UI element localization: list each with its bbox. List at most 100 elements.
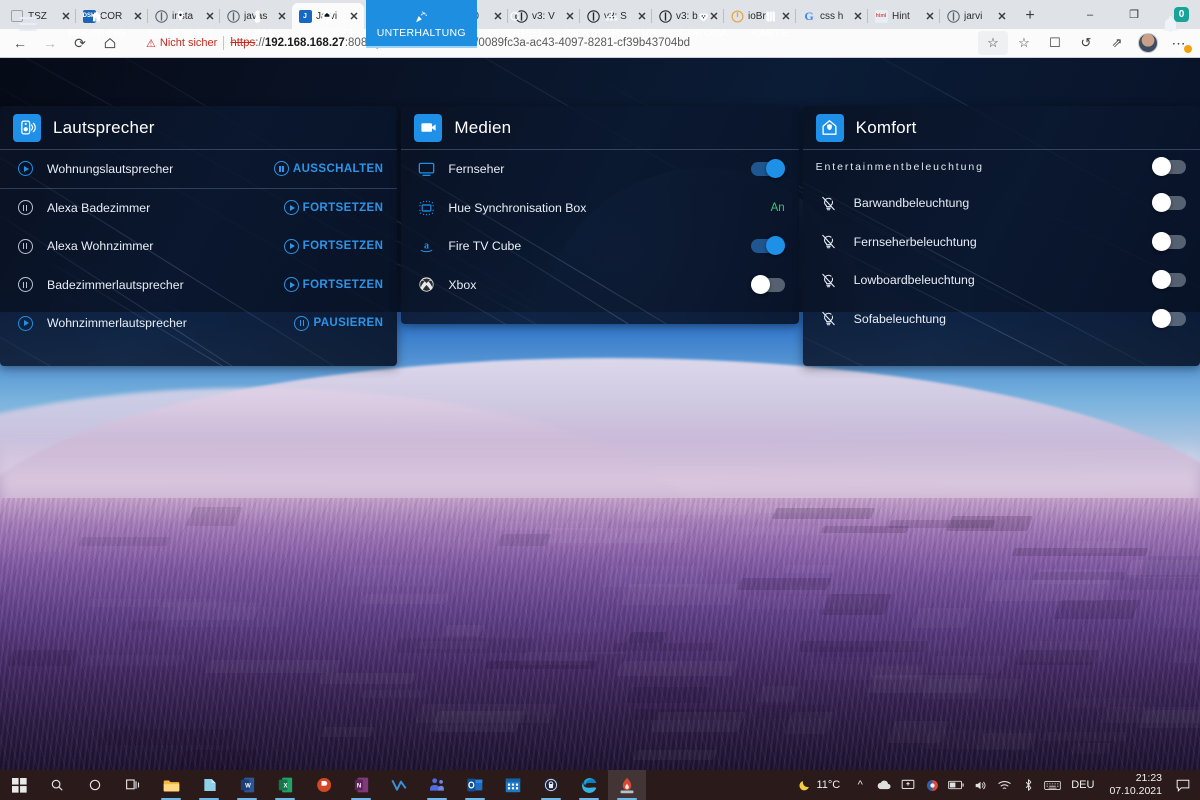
bulb-off-icon[interactable] xyxy=(816,195,842,212)
speaker-action-button[interactable]: FORTSETZEN xyxy=(284,239,384,254)
keyboard-layout-icon[interactable] xyxy=(1040,770,1064,800)
video-camera-icon xyxy=(414,114,442,142)
pause-circle-icon xyxy=(18,277,33,292)
taskbar-edge[interactable] xyxy=(570,770,608,800)
input-language[interactable]: DEU xyxy=(1064,779,1101,791)
media-toggle[interactable] xyxy=(751,239,785,253)
home-shield-icon xyxy=(816,114,844,142)
battery-icon[interactable] xyxy=(944,770,968,800)
taskbar-word[interactable]: W xyxy=(228,770,266,800)
nav-item-corona[interactable]: CORONA xyxy=(668,0,738,48)
search-icon[interactable] xyxy=(38,770,76,800)
wifi-icon[interactable] xyxy=(992,770,1016,800)
speaker-row[interactable]: Alexa Badezimmer FORTSETZEN xyxy=(0,189,397,228)
komfort-group-header[interactable]: Entertainmentbeleuchtung xyxy=(803,150,1200,184)
remote-desktop-icon[interactable] xyxy=(896,770,920,800)
media-row[interactable]: Xbox xyxy=(401,266,798,305)
taskbar-excel[interactable]: X xyxy=(266,770,304,800)
windows-taskbar: WX N 11°C ^ DEU 21:23 07.10.2021 xyxy=(0,770,1200,800)
speaker-row[interactable]: Alexa Wohnzimmer FORTSETZEN xyxy=(0,227,397,266)
speaker-action-button[interactable]: PAUSIEREN xyxy=(294,316,383,331)
bulb-off-icon[interactable] xyxy=(816,233,842,250)
komfort-group-toggle[interactable] xyxy=(1152,160,1186,174)
taskbar-teams[interactable] xyxy=(418,770,456,800)
nav-item-label: INFRASTRUKTUR xyxy=(565,27,658,39)
speaker-state-icon[interactable] xyxy=(13,200,37,215)
taskbar-powerpoint[interactable] xyxy=(304,770,342,800)
media-row[interactable]: Hue Synchronisation Box An xyxy=(401,189,798,228)
virus-heart-icon xyxy=(697,9,710,24)
nav-item-wohnung[interactable]: WOHNUNG xyxy=(56,0,137,48)
komfort-row[interactable]: Lowboardbeleuchtung xyxy=(803,261,1200,300)
hue-sync-box-icon xyxy=(414,200,438,216)
notifications-button[interactable]: 0 xyxy=(1146,0,1194,48)
speaker-state-icon[interactable] xyxy=(13,316,37,331)
start-button[interactable] xyxy=(0,770,38,800)
speaker-state-icon[interactable] xyxy=(13,277,37,292)
komfort-toggle[interactable] xyxy=(1152,312,1186,326)
weather-widget[interactable]: 11°C xyxy=(790,770,848,800)
media-row[interactable]: Fernseher xyxy=(401,150,798,189)
volume-icon[interactable] xyxy=(968,770,992,800)
bulb-off-icon[interactable] xyxy=(816,272,842,289)
speaker-state-icon[interactable] xyxy=(13,239,37,254)
speaker-row[interactable]: Badezimmerlautsprecher FORTSETZEN xyxy=(0,266,397,305)
nav-item-internet[interactable]: INTERNET xyxy=(477,0,554,48)
nav-item-unterhaltung[interactable]: UNTERHALTUNG xyxy=(366,0,477,48)
media-toggle[interactable] xyxy=(751,278,785,292)
nav-item-sicherheit[interactable]: SICHERHEIT xyxy=(137,0,226,48)
weather-temperature: 11°C xyxy=(816,779,840,791)
taskbar-calendar[interactable] xyxy=(494,770,532,800)
taskbar-clock[interactable]: 21:23 07.10.2021 xyxy=(1101,772,1170,798)
nav-item-klima[interactable]: KLIMA xyxy=(225,0,289,48)
speaker-row[interactable]: Wohnungslautsprecher AUSSCHALTEN xyxy=(0,150,397,189)
komfort-row[interactable]: Fernseherbeleuchtung xyxy=(803,223,1200,262)
speaker-action-button[interactable]: FORTSETZEN xyxy=(284,200,384,215)
komfort-group-label: Entertainmentbeleuchtung xyxy=(816,161,1152,173)
taskbar-sticky-notes[interactable] xyxy=(190,770,228,800)
media-row[interactable]: a Fire TV Cube xyxy=(401,227,798,266)
nav-item-komfort[interactable]: KOMFORT xyxy=(289,0,365,48)
komfort-toggle[interactable] xyxy=(1152,273,1186,287)
speaker-action-button[interactable]: AUSSCHALTEN xyxy=(274,161,383,176)
komfort-toggle[interactable] xyxy=(1152,196,1186,210)
show-hidden-icons-chevron[interactable]: ^ xyxy=(848,770,872,800)
taskbar-jarvis-browser[interactable] xyxy=(608,770,646,800)
hamburger-menu-icon[interactable] xyxy=(8,0,48,48)
nav-item-label: KARTE xyxy=(752,27,788,39)
bulb-off-icon[interactable] xyxy=(816,310,842,327)
taskbar-outlook[interactable] xyxy=(456,770,494,800)
taskbar-visio[interactable] xyxy=(380,770,418,800)
onedrive-cloud-icon[interactable] xyxy=(872,770,896,800)
security-shield-icon[interactable] xyxy=(920,770,944,800)
cortana-icon[interactable] xyxy=(76,770,114,800)
nav-items: WOHNUNG SICHERHEIT KLIMA KOMFORT UNTERHALTUN… xyxy=(56,0,802,48)
taskbar-pinned-apps: WX N xyxy=(152,770,646,800)
speaker-label: Badezimmerlautsprecher xyxy=(37,278,284,292)
komfort-toggle[interactable] xyxy=(1152,235,1186,249)
speaker-action-button[interactable]: FORTSETZEN xyxy=(284,277,384,292)
action-center-icon[interactable] xyxy=(1170,770,1196,800)
speaker-row[interactable]: Wohnzimmerlautsprecher PAUSIEREN xyxy=(0,304,397,343)
taskbar-onenote[interactable]: N xyxy=(342,770,380,800)
task-view-icon[interactable] xyxy=(114,770,152,800)
speaker-state-icon[interactable] xyxy=(13,161,37,176)
media-list: Fernseher Hue Synchronisation Box An a Fire … xyxy=(401,150,798,304)
jarvis-app: WOHNUNG SICHERHEIT KLIMA KOMFORT UNTERHALTUN… xyxy=(0,0,1200,312)
komfort-label: Sofabeleuchtung xyxy=(842,312,1152,326)
app-top-navigation: WOHNUNG SICHERHEIT KLIMA KOMFORT UNTERHALTUN… xyxy=(0,0,1200,48)
taskbar-keepass[interactable] xyxy=(532,770,570,800)
komfort-row[interactable]: Sofabeleuchtung xyxy=(803,300,1200,339)
taskbar-file-explorer[interactable] xyxy=(152,770,190,800)
media-toggle[interactable] xyxy=(751,162,785,176)
nav-item-karte[interactable]: KARTE xyxy=(738,0,802,48)
card-header: Lautsprecher xyxy=(0,106,397,150)
nav-item-infrastruktur[interactable]: INFRASTRUKTUR xyxy=(554,0,669,48)
bluetooth-icon[interactable] xyxy=(1016,770,1040,800)
komfort-row[interactable]: Barwandbeleuchtung xyxy=(803,184,1200,223)
komfort-label: Lowboardbeleuchtung xyxy=(842,273,1152,287)
shield-icon xyxy=(174,9,187,24)
speaker-action-label: FORTSETZEN xyxy=(303,202,384,214)
speaker-list: Wohnungslautsprecher AUSSCHALTEN Alexa Bad… xyxy=(0,150,397,343)
xbox-icon xyxy=(414,276,438,293)
